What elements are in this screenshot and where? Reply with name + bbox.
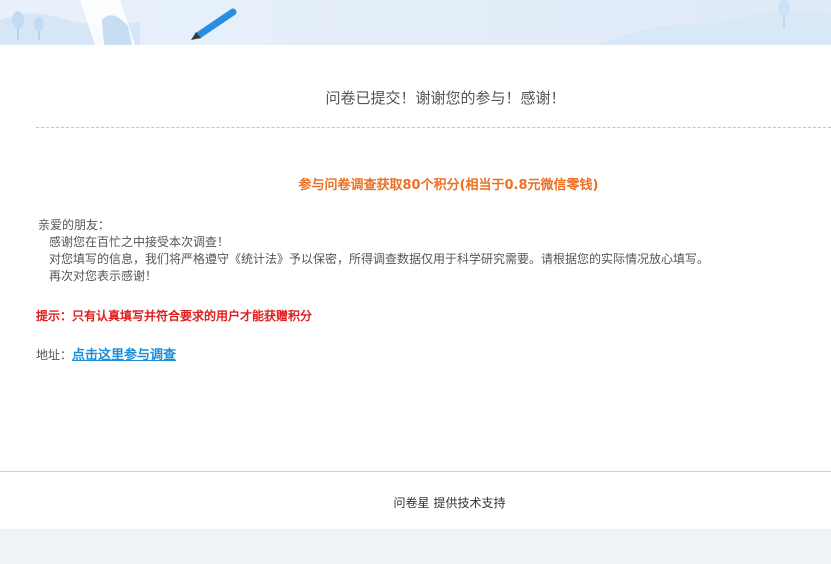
letter-line: 对您填写的信息，我们将严格遵守《统计法》予以保密，所得调查数据仅用于科学研究需要… <box>49 252 710 266</box>
reward-notice: 参与问卷调查获取80个积分(相当于0.8元微信零钱) <box>298 178 599 193</box>
footer-brand[interactable]: 问卷星 <box>393 496 429 510</box>
address-label: 地址： <box>36 348 73 362</box>
footer-support: 提供技术支持 <box>433 496 506 510</box>
letter-body: 亲爱的朋友： 感谢您在百忙之中接受本次调查！ 对您填写的信息，我们将严格遵守《统… <box>38 217 709 285</box>
letter-line: 感谢您在百忙之中接受本次调查！ <box>49 235 230 249</box>
address-row: 地址：点击这里参与调查 <box>36 344 176 363</box>
main-panel: 问卷已提交！谢谢您的参与！感谢！ 参与问卷调查获取80个积分(相当于0.8元微信… <box>0 45 831 529</box>
page-title: 问卷已提交！谢谢您的参与！感谢！ <box>325 89 566 107</box>
footer: 问卷星 提供技术支持 <box>0 494 831 511</box>
banner-illustration <box>0 0 831 45</box>
letter-greeting: 亲爱的朋友： <box>38 218 111 232</box>
tip-text: 提示：只有认真填写并符合要求的用户才能获赠积分 <box>36 309 313 323</box>
survey-link[interactable]: 点击这里参与调查 <box>72 348 176 363</box>
footer-divider <box>0 471 831 472</box>
letter-line: 再次对您表示感谢！ <box>49 269 158 283</box>
pen-icon <box>191 8 237 40</box>
header-banner <box>0 0 831 45</box>
dashed-divider <box>36 127 831 128</box>
